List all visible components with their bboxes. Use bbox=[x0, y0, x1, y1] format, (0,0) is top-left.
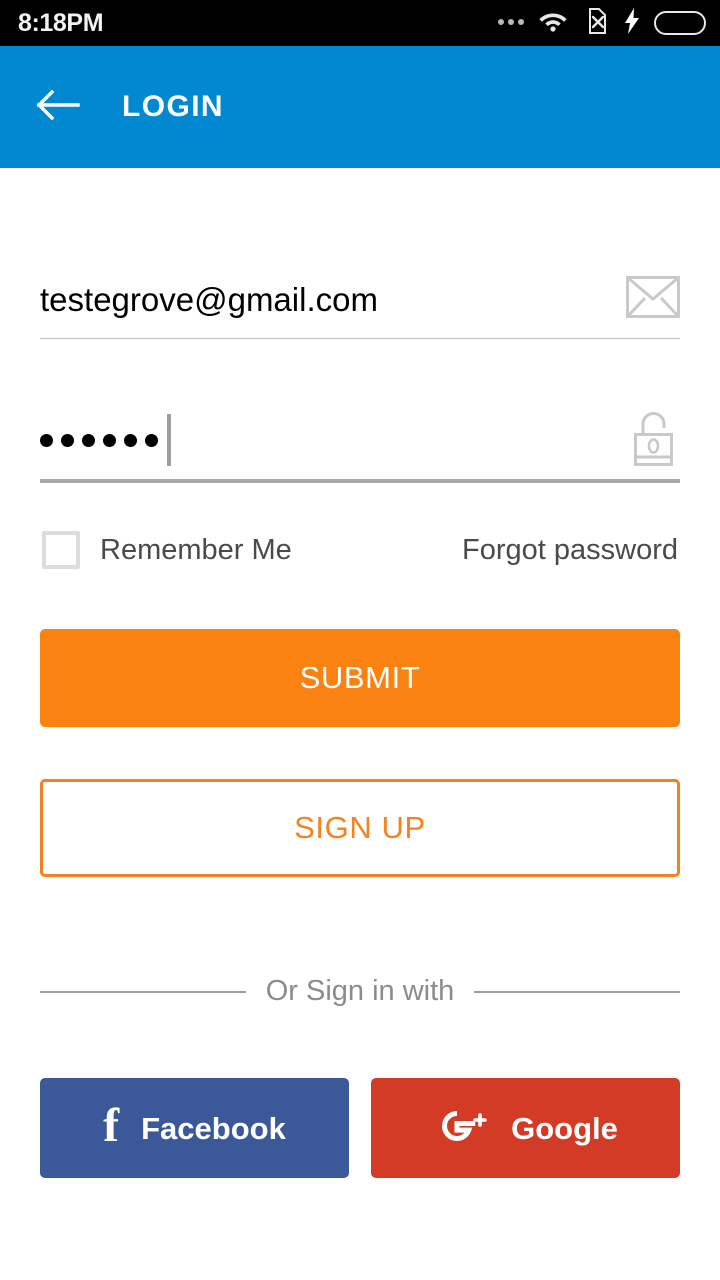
arrow-left-icon bbox=[36, 88, 80, 127]
divider-line-right bbox=[474, 990, 681, 993]
status-bar-clock: 8:18PM bbox=[18, 8, 104, 37]
more-dots-icon bbox=[498, 19, 524, 27]
google-button-label: Google bbox=[511, 1110, 618, 1146]
remember-me-checkbox[interactable] bbox=[42, 531, 80, 569]
social-buttons-row: f Facebook Google bbox=[40, 1078, 680, 1178]
facebook-f-icon: f bbox=[103, 1099, 120, 1152]
divider-line-left bbox=[40, 990, 246, 993]
forgot-password-link[interactable]: Forgot password bbox=[462, 535, 678, 565]
back-button[interactable] bbox=[22, 71, 94, 143]
battery-icon bbox=[654, 11, 706, 35]
email-field-row[interactable]: testegrove@gmail.com bbox=[40, 260, 680, 338]
wifi-icon bbox=[538, 9, 568, 38]
submit-button[interactable]: SUBMIT bbox=[40, 629, 680, 727]
email-field-group: testegrove@gmail.com bbox=[40, 260, 680, 339]
google-plus-icon bbox=[433, 1103, 489, 1154]
remember-me-control[interactable]: Remember Me bbox=[42, 531, 292, 569]
facebook-button-label: Facebook bbox=[141, 1110, 286, 1146]
social-divider: Or Sign in with bbox=[40, 975, 681, 1007]
submit-button-label: SUBMIT bbox=[299, 660, 421, 695]
password-field-underline bbox=[40, 479, 680, 483]
signup-button-label: SIGN UP bbox=[294, 810, 426, 845]
options-row: Remember Me Forgot password bbox=[40, 531, 680, 569]
charging-bolt-icon bbox=[624, 7, 640, 39]
password-masked-value bbox=[40, 433, 158, 447]
app-bar: LOGIN bbox=[0, 46, 720, 168]
page-title: LOGIN bbox=[122, 90, 224, 123]
login-form: testegrove@gmail.com Remember Me Forgot … bbox=[0, 168, 720, 1178]
status-bar: 8:18PM bbox=[0, 0, 720, 46]
password-input[interactable] bbox=[40, 414, 171, 466]
remember-me-label: Remember Me bbox=[100, 533, 292, 566]
divider-label: Or Sign in with bbox=[265, 975, 455, 1007]
email-field-underline bbox=[40, 338, 680, 339]
status-bar-icons bbox=[498, 7, 706, 40]
facebook-login-button[interactable]: f Facebook bbox=[40, 1078, 349, 1178]
password-field-group bbox=[40, 401, 680, 483]
text-caret bbox=[167, 414, 171, 466]
no-sim-icon bbox=[582, 7, 610, 40]
login-screen: 8:18PM LOGIN testegrove@gmail.com Rememb… bbox=[0, 0, 720, 1280]
envelope-icon bbox=[626, 275, 680, 323]
email-input[interactable]: testegrove@gmail.com bbox=[40, 283, 378, 316]
password-field-row[interactable] bbox=[40, 401, 680, 479]
signup-button[interactable]: SIGN UP bbox=[40, 779, 680, 877]
unlocked-padlock-icon bbox=[626, 410, 680, 471]
google-login-button[interactable]: Google bbox=[371, 1078, 680, 1178]
